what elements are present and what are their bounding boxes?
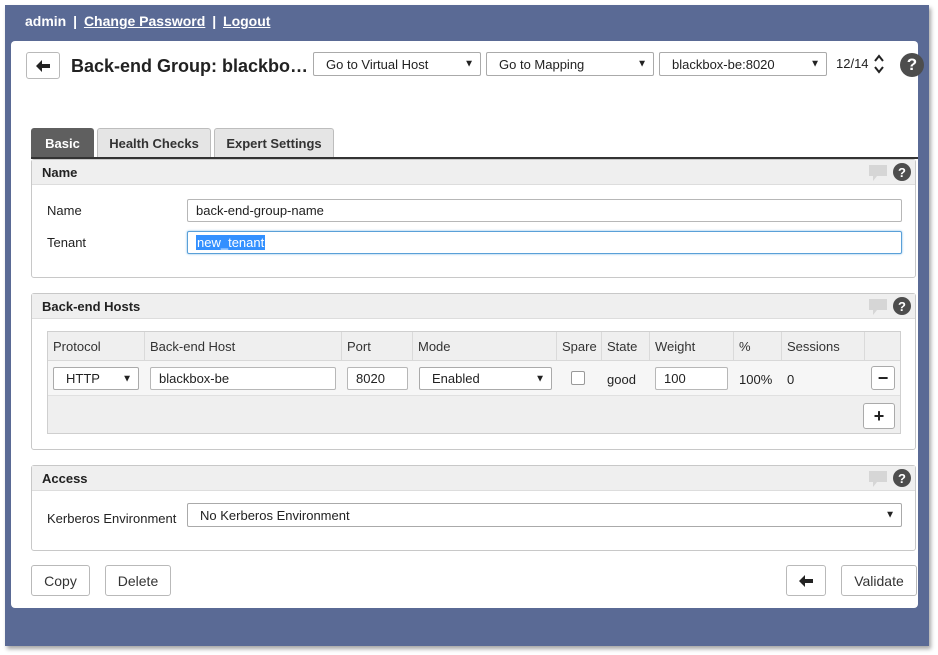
section-title: Back-end Hosts [42, 299, 141, 314]
change-password-link[interactable]: Change Password [84, 13, 205, 29]
tenant-input[interactable]: new_tenant [187, 231, 902, 254]
mode-select[interactable]: Enabled ▼ [419, 367, 552, 390]
spare-checkbox[interactable] [571, 371, 585, 385]
tenant-input-value: new_tenant [196, 235, 266, 250]
column-header-sessions: Sessions [782, 332, 865, 360]
comment-icon[interactable] [869, 165, 887, 181]
copy-button[interactable]: Copy [31, 565, 90, 596]
username: admin [25, 13, 67, 29]
chevron-down-icon: ▼ [810, 58, 820, 70]
help-icon[interactable]: ? [893, 297, 911, 315]
state-value: good [607, 372, 636, 387]
table-header: Protocol Back-end Host Port Mode Spare S… [48, 332, 900, 361]
section-title: Access [42, 471, 88, 486]
remove-row-button[interactable]: − [871, 366, 895, 390]
help-icon[interactable]: ? [900, 53, 924, 77]
logout-link[interactable]: Logout [223, 13, 270, 29]
comment-icon[interactable] [869, 471, 887, 487]
column-header-backend-host: Back-end Host [145, 332, 342, 360]
access-section: Access ? Kerberos Environment No Kerbero… [31, 465, 916, 551]
chevron-down-icon: ▼ [535, 373, 545, 384]
back-button[interactable] [26, 52, 60, 79]
comment-icon[interactable] [869, 299, 887, 315]
chevron-down-icon: ▼ [464, 58, 474, 70]
backend-hosts-table: Protocol Back-end Host Port Mode Spare S… [47, 331, 901, 434]
chevron-down-icon: ▼ [122, 373, 132, 384]
go-to-mapping-select[interactable]: Go to Mapping ▼ [486, 52, 654, 76]
go-to-virtual-host-select[interactable]: Go to Virtual Host ▼ [313, 52, 481, 76]
percent-value: 100% [739, 372, 773, 387]
name-label: Name [47, 203, 82, 218]
column-header-state: State [602, 332, 650, 360]
minus-icon: − [877, 367, 889, 388]
port-value: 8020 [356, 371, 385, 386]
backend-host-input[interactable]: blackbox-be [150, 367, 336, 390]
column-header-spare: Spare [557, 332, 602, 360]
arrow-left-icon [799, 574, 813, 587]
tab-basic[interactable]: Basic [31, 128, 94, 157]
help-icon[interactable]: ? [893, 163, 911, 181]
column-header-port: Port [342, 332, 413, 360]
column-header-weight: Weight [650, 332, 734, 360]
name-section: Name ? Name back-end-group-name Tenant n… [31, 159, 916, 278]
chevron-down-icon: ▼ [885, 509, 895, 521]
app-frame: admin | Change Password | Logout Back-en… [5, 5, 929, 646]
select-value: HTTP [66, 371, 100, 386]
separator: | [73, 13, 78, 29]
weight-input[interactable]: 100 [655, 367, 728, 390]
column-header-protocol: Protocol [48, 332, 145, 360]
sessions-value: 0 [787, 372, 795, 387]
kerberos-label: Kerberos Environment [47, 511, 177, 526]
select-value: blackbox-be:8020 [672, 56, 775, 72]
section-header: Access ? [32, 466, 915, 491]
column-header-mode: Mode [413, 332, 557, 360]
tab-health-checks[interactable]: Health Checks [97, 128, 211, 157]
select-value: No Kerberos Environment [200, 507, 350, 523]
item-select[interactable]: blackbox-be:8020 ▼ [659, 52, 827, 76]
chevron-down-icon: ▼ [637, 58, 647, 70]
tab-expert-settings[interactable]: Expert Settings [214, 128, 334, 157]
port-input[interactable]: 8020 [347, 367, 408, 390]
name-input[interactable]: back-end-group-name [187, 199, 902, 222]
select-value: Go to Mapping [499, 56, 585, 72]
section-header: Back-end Hosts ? [32, 294, 915, 319]
record-counter: 12/14 [836, 56, 869, 71]
user-bar: admin | Change Password | Logout [25, 13, 270, 29]
select-value: Enabled [432, 371, 480, 386]
backend-host-value: blackbox-be [159, 371, 230, 386]
kerberos-select[interactable]: No Kerberos Environment ▼ [187, 503, 902, 527]
column-header-actions [865, 332, 900, 360]
protocol-select[interactable]: HTTP ▼ [53, 367, 139, 390]
separator: | [212, 13, 217, 29]
weight-value: 100 [664, 371, 686, 386]
column-header-percent: % [734, 332, 782, 360]
delete-button[interactable]: Delete [105, 565, 171, 596]
main-panel: Back-end Group: blackbox-be Go to Virtua… [11, 41, 924, 608]
section-title: Name [42, 165, 78, 180]
tenant-label: Tenant [47, 235, 87, 250]
plus-icon: + [873, 405, 885, 426]
name-input-value: back-end-group-name [196, 203, 324, 218]
select-value: Go to Virtual Host [326, 56, 429, 72]
add-row-button[interactable]: + [863, 403, 895, 429]
validate-button[interactable]: Validate [841, 565, 917, 596]
page-title: Back-end Group: blackbox-be [71, 56, 311, 76]
up-down-chevron-icon[interactable] [874, 53, 884, 75]
backend-hosts-section: Back-end Hosts ? Protocol Back-end Host … [31, 293, 916, 450]
arrow-left-icon [36, 59, 50, 72]
section-header: Name ? [32, 160, 915, 185]
help-icon[interactable]: ? [893, 469, 911, 487]
table-row: HTTP ▼ blackbox-be 8020 Enabled ▼ good 1… [48, 361, 900, 396]
back-button-footer[interactable] [786, 565, 826, 596]
